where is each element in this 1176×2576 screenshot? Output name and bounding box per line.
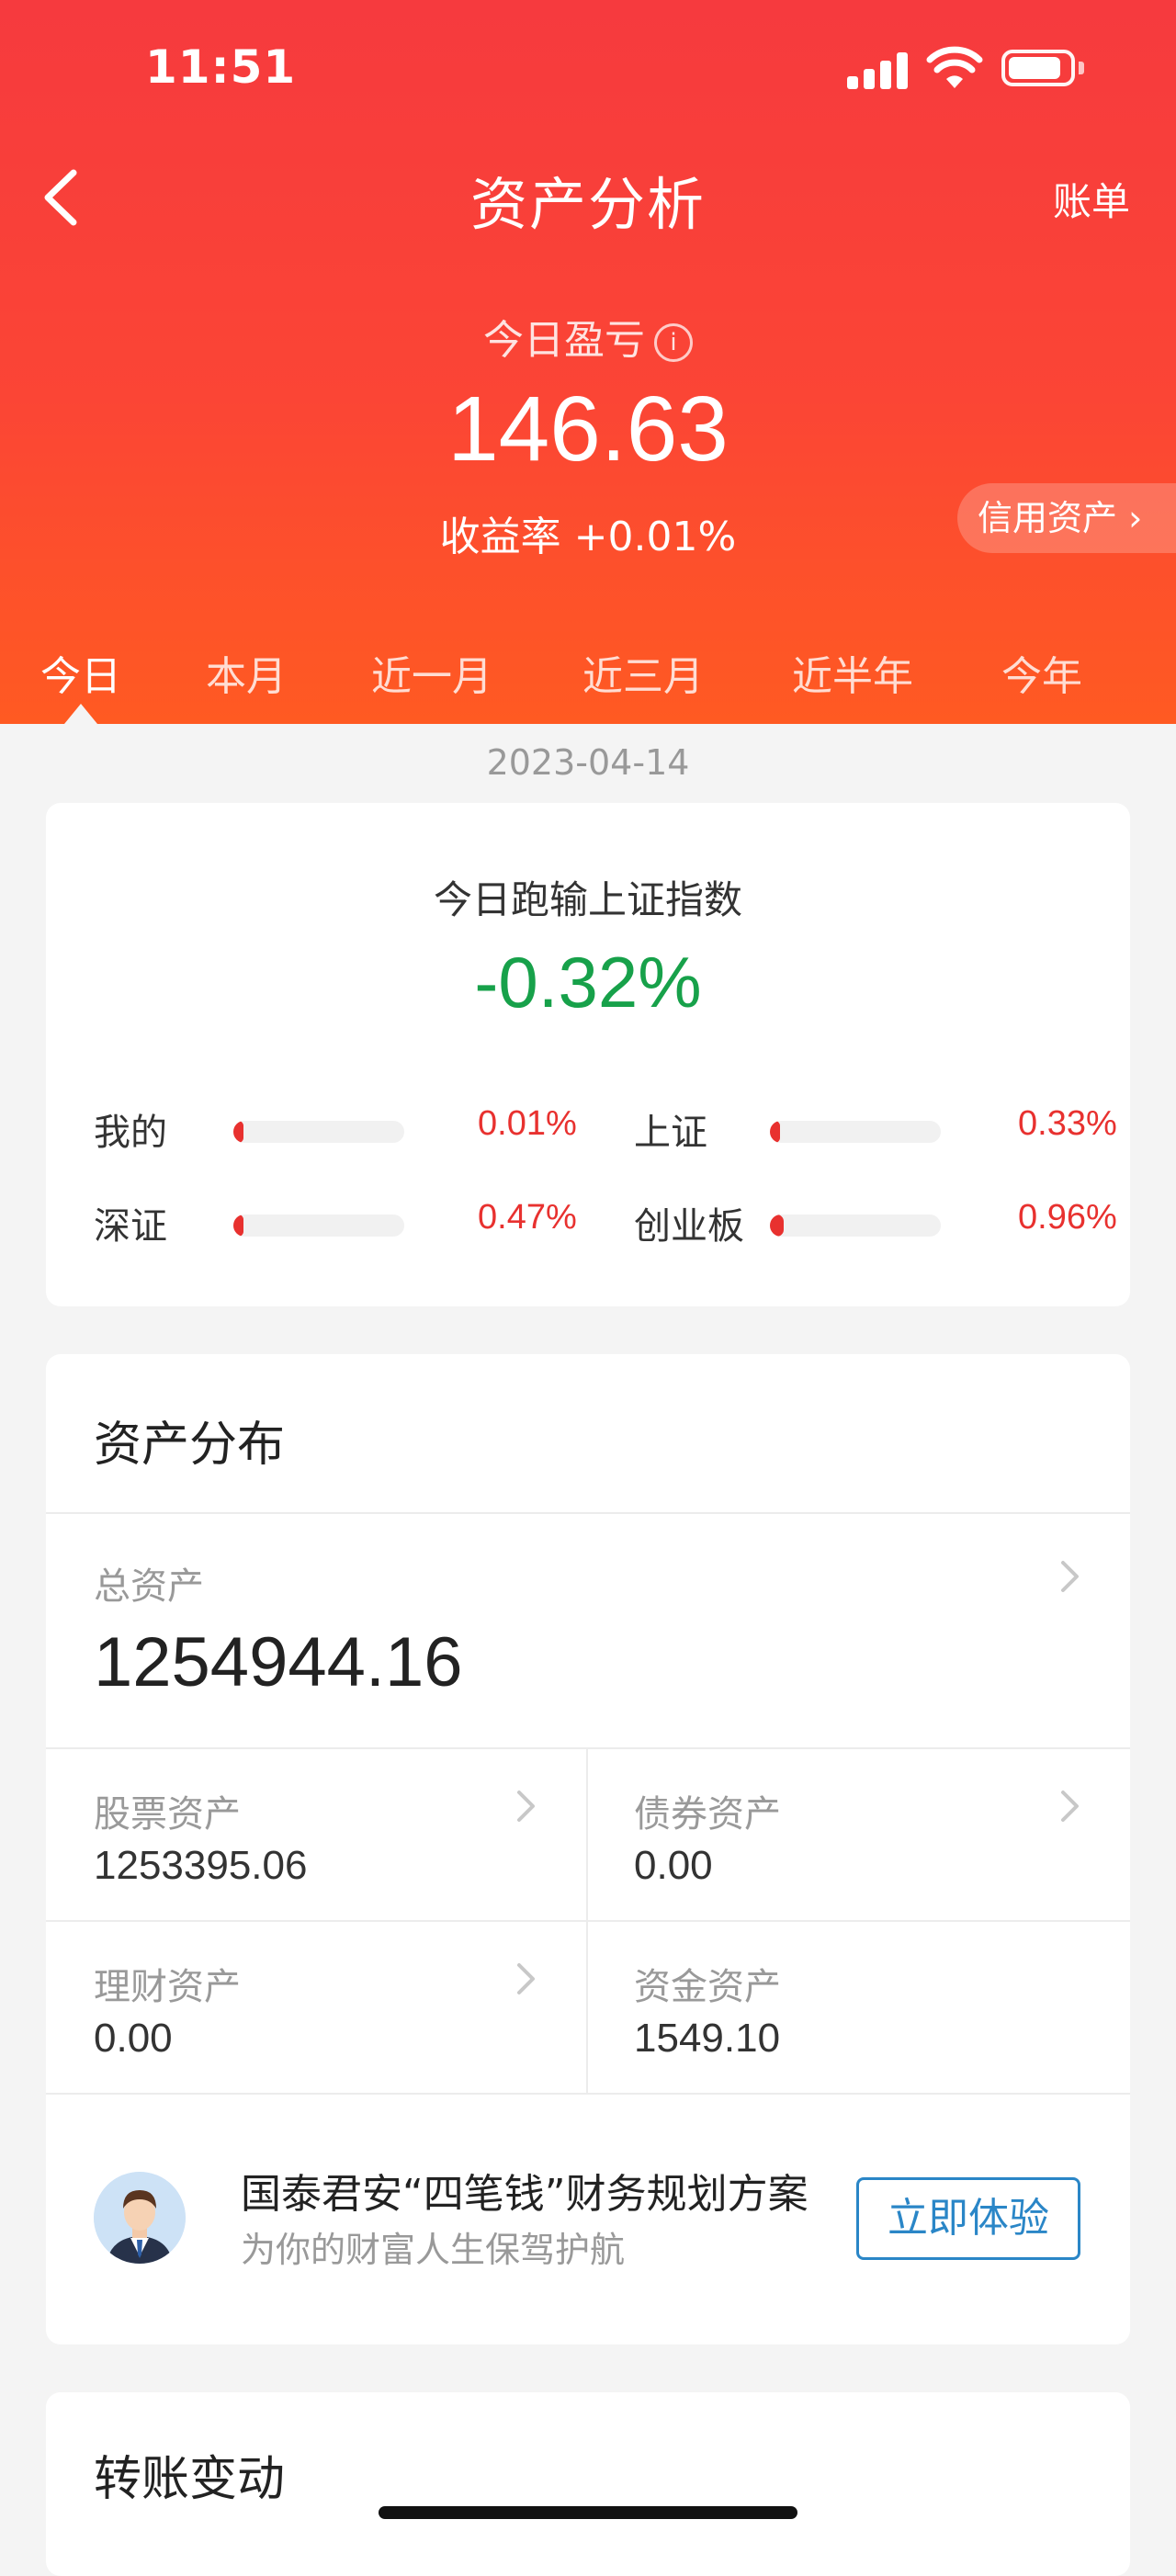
page-title: 资产分析 — [469, 171, 706, 238]
finance-assets-value: 0.00 — [94, 2016, 173, 2061]
bill-link[interactable]: 账单 — [1053, 171, 1130, 227]
signal-icon — [847, 51, 908, 89]
asset-distribution-card: 资产分布 总资产 1254944.16 股票资产 1253395.06 债券资产… — [46, 1354, 1130, 2344]
stock-assets-value: 1253395.06 — [94, 1843, 308, 1888]
benchmark-diff: -0.32% — [474, 942, 702, 1022]
chevron-right-icon — [517, 1791, 535, 1822]
compare-row-shenzhen: 深证 0.47% — [94, 1196, 590, 1251]
bond-assets-value: 0.00 — [634, 1843, 713, 1888]
compare-value: 0.47% — [478, 1198, 577, 1237]
divider — [46, 1747, 1130, 1749]
try-now-button[interactable]: 立即体验 — [856, 2177, 1080, 2260]
credit-assets-button[interactable]: 信用资产 › — [957, 483, 1176, 553]
date-label: 2023-04-14 — [486, 742, 690, 783]
total-assets-value: 1254944.16 — [94, 1623, 463, 1701]
compare-value: 0.01% — [478, 1104, 577, 1143]
compare-label: 我的 — [94, 1112, 167, 1154]
today-pnl-value: 146.63 — [447, 378, 729, 480]
divider — [46, 1512, 1130, 1514]
compare-value: 0.96% — [1018, 1198, 1117, 1237]
period-tabs: 今日 本月 近一月 近三月 近半年 今年 — [0, 634, 1176, 724]
active-tab-caret — [64, 704, 97, 724]
promo-title: 国泰君安“四笔钱”财务规划方案 — [241, 2171, 808, 2218]
compare-bar — [770, 1121, 941, 1143]
divider — [46, 2093, 1130, 2095]
benchmark-title: 今日跑输上证指数 — [433, 877, 742, 922]
compare-label: 创业板 — [634, 1205, 744, 1248]
compare-bar — [233, 1215, 404, 1237]
compare-label: 深证 — [94, 1205, 167, 1248]
wifi-icon — [926, 46, 983, 88]
chevron-right-icon — [1061, 1791, 1079, 1822]
stock-assets-label: 股票资产 — [94, 1793, 241, 1836]
compare-label: 上证 — [634, 1112, 707, 1154]
divider — [46, 1920, 1130, 1922]
compare-row-shanghai: 上证 0.33% — [634, 1102, 1130, 1158]
info-icon[interactable]: i — [654, 323, 693, 362]
home-indicator — [379, 2506, 797, 2519]
transfer-card: 转账变动 — [46, 2392, 1130, 2576]
promo-subtitle: 为你的财富人生保驾护航 — [241, 2230, 626, 2270]
total-assets-label: 总资产 — [94, 1565, 204, 1608]
section-title: 转账变动 — [94, 2452, 286, 2507]
compare-bar — [770, 1215, 941, 1237]
compare-value: 0.33% — [1018, 1104, 1117, 1143]
benchmark-card: 今日跑输上证指数 -0.32% 我的 0.01% 上证 0.33% 深证 0.4… — [46, 803, 1130, 1306]
advisor-avatar — [94, 2172, 186, 2264]
today-pnl-label: 今日盈亏 i — [0, 307, 1176, 366]
tab-last-half-year[interactable]: 近半年 — [792, 643, 913, 702]
cash-assets-label: 资金资产 — [634, 1966, 781, 2008]
tab-last-three-months[interactable]: 近三月 — [582, 643, 704, 702]
tab-last-month[interactable]: 近一月 — [371, 643, 492, 702]
status-time: 11:51 — [145, 40, 297, 94]
tab-this-month[interactable]: 本月 — [206, 643, 287, 702]
battery-icon — [1001, 50, 1086, 90]
bond-assets-label: 债券资产 — [634, 1793, 781, 1836]
cash-assets-value: 1549.10 — [634, 2016, 781, 2061]
status-bar: 11:51 — [0, 0, 1176, 138]
header: 11:51 资产分析 账单 今日盈亏 i 146.63 收益率 +0.01% 信用… — [0, 0, 1176, 724]
chevron-right-icon — [517, 1963, 535, 1994]
compare-row-mine: 我的 0.01% — [94, 1102, 590, 1158]
tab-this-year[interactable]: 今年 — [1001, 643, 1082, 702]
chevron-right-icon — [1061, 1561, 1079, 1592]
finance-assets-label: 理财资产 — [94, 1966, 241, 2008]
compare-bar — [233, 1121, 404, 1143]
section-title: 资产分布 — [94, 1418, 286, 1473]
tab-today[interactable]: 今日 — [40, 643, 121, 702]
compare-row-chinext: 创业板 0.96% — [634, 1196, 1130, 1251]
